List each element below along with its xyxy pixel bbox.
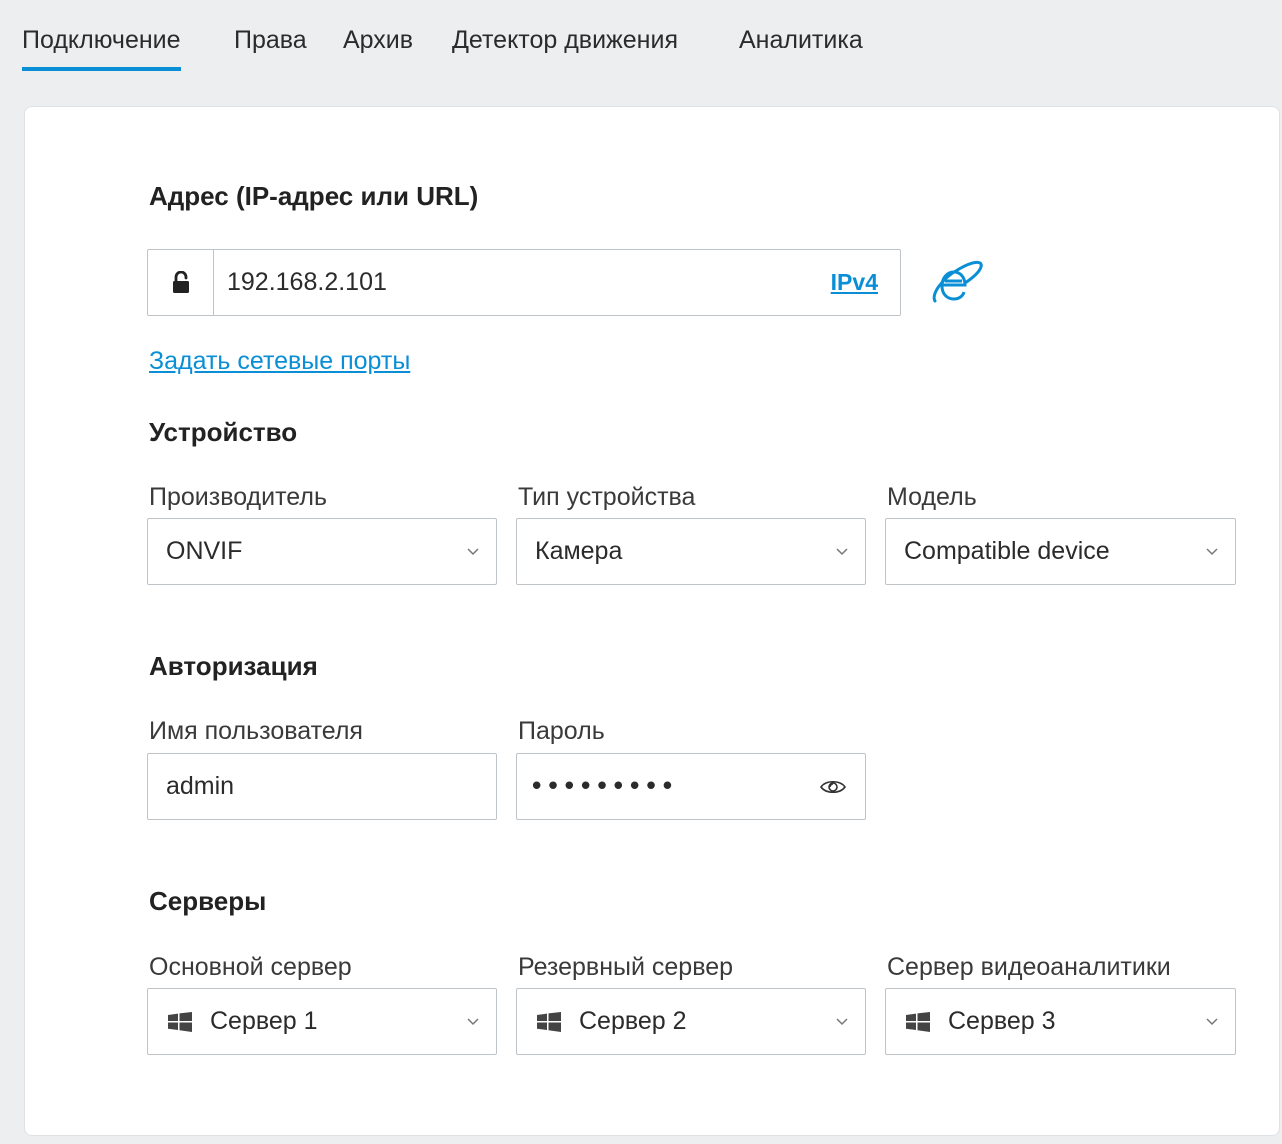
backup-server-select[interactable]: Сервер 2 xyxy=(516,988,866,1055)
tab-rights[interactable]: Права xyxy=(234,26,307,71)
device-section-title: Устройство xyxy=(149,417,298,447)
unlock-icon[interactable] xyxy=(148,250,214,315)
username-label: Имя пользователя xyxy=(149,717,363,745)
model-value: Compatible device xyxy=(904,537,1110,565)
manufacturer-select[interactable]: ONVIF xyxy=(147,518,497,585)
backup-server-label: Резервный сервер xyxy=(518,953,734,981)
auth-section-title: Авторизация xyxy=(149,651,318,681)
windows-icon xyxy=(537,1011,561,1032)
primary-server-value: Сервер 1 xyxy=(210,1007,318,1035)
username-value[interactable]: admin xyxy=(166,754,234,819)
tab-bar: Подключение Права Архив Детектор движени… xyxy=(0,0,1282,90)
password-field[interactable]: ••••••••• xyxy=(516,753,866,820)
password-label: Пароль xyxy=(518,717,605,745)
address-field[interactable]: 192.168.2.101 IPv4 xyxy=(147,249,901,316)
model-label: Модель xyxy=(887,483,977,511)
model-select[interactable]: Compatible device xyxy=(885,518,1236,585)
tab-analytics[interactable]: Аналитика xyxy=(739,26,863,71)
tab-connection[interactable]: Подключение xyxy=(22,26,181,71)
chevron-down-icon xyxy=(836,1017,848,1025)
primary-server-select[interactable]: Сервер 1 xyxy=(147,988,497,1055)
device-type-label: Тип устройства xyxy=(518,483,696,511)
tab-motion-detector[interactable]: Детектор движения xyxy=(452,26,678,71)
chevron-down-icon xyxy=(836,547,848,555)
device-type-select[interactable]: Камера xyxy=(516,518,866,585)
chevron-down-icon xyxy=(1206,547,1218,555)
settings-panel: Адрес (IP-адрес или URL) 192.168.2.101 I… xyxy=(24,106,1280,1136)
eye-icon[interactable] xyxy=(819,778,847,796)
chevron-down-icon xyxy=(1206,1017,1218,1025)
primary-server-label: Основной сервер xyxy=(149,953,352,981)
tab-archive[interactable]: Архив xyxy=(343,26,413,71)
windows-icon xyxy=(168,1011,192,1032)
set-network-ports-link[interactable]: Задать сетевые порты xyxy=(149,347,410,376)
manufacturer-label: Производитель xyxy=(149,483,327,511)
address-section-title: Адрес (IP-адрес или URL) xyxy=(149,181,479,211)
chevron-down-icon xyxy=(467,1017,479,1025)
password-value[interactable]: ••••••••• xyxy=(529,754,676,819)
analytics-server-select[interactable]: Сервер 3 xyxy=(885,988,1236,1055)
manufacturer-value: ONVIF xyxy=(166,537,243,565)
device-type-value: Камера xyxy=(535,537,623,565)
address-value[interactable]: 192.168.2.101 xyxy=(227,250,387,315)
internet-explorer-icon[interactable] xyxy=(929,257,985,307)
analytics-server-value: Сервер 3 xyxy=(948,1007,1056,1035)
servers-section-title: Серверы xyxy=(149,886,267,916)
analytics-server-label: Сервер видеоаналитики xyxy=(887,953,1171,981)
username-field[interactable]: admin xyxy=(147,753,497,820)
ip-version-link[interactable]: IPv4 xyxy=(831,250,878,315)
backup-server-value: Сервер 2 xyxy=(579,1007,687,1035)
chevron-down-icon xyxy=(467,547,479,555)
windows-icon xyxy=(906,1011,930,1032)
